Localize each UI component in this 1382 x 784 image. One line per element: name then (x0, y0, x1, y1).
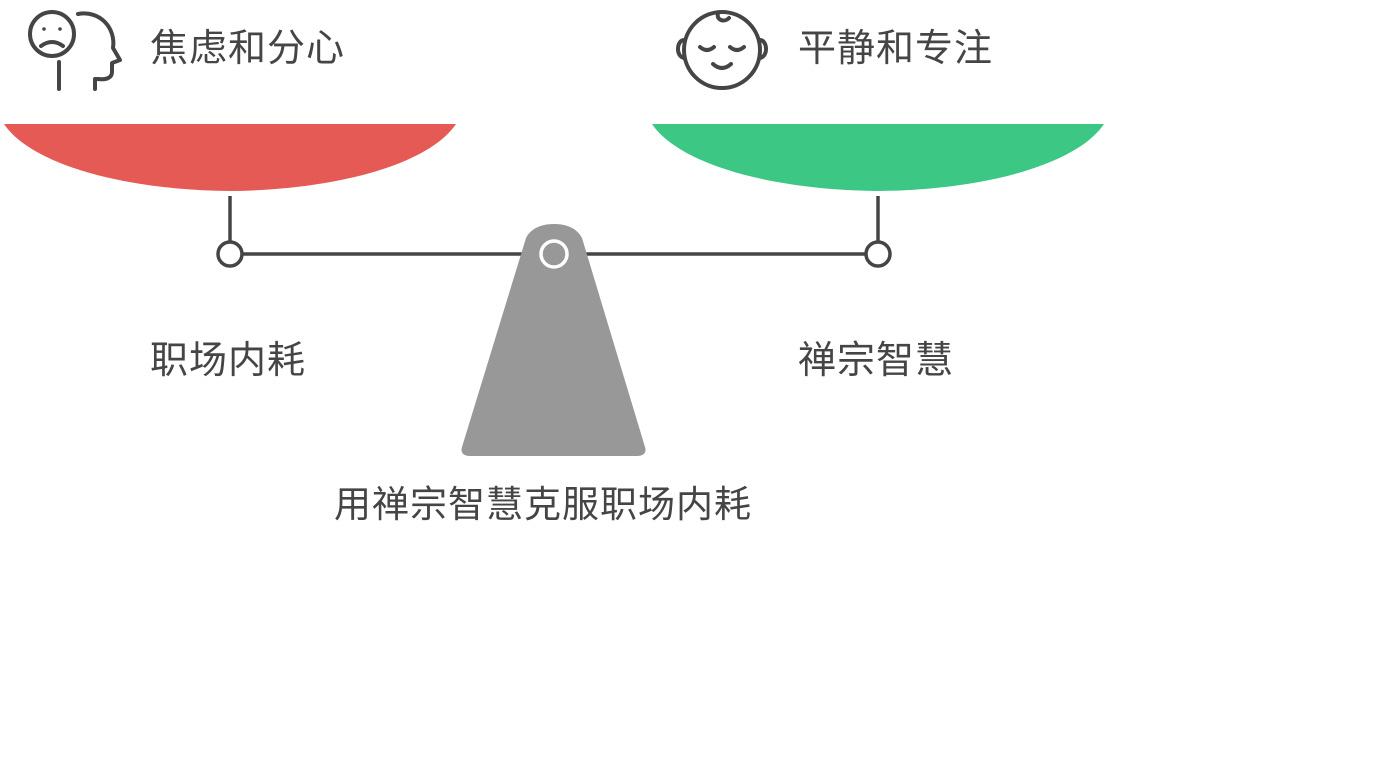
right-concept-label: 禅宗智慧 (798, 338, 955, 382)
left-beam-pivot (216, 240, 244, 268)
calm-baby-face-icon (676, 10, 768, 90)
right-beam-pivot (864, 240, 892, 268)
left-scale-pan (4, 124, 456, 191)
left-heading: 焦虑和分心 (150, 26, 346, 70)
left-concept-label: 职场内耗 (150, 338, 307, 382)
balance-scale-diagram (4, 10, 1104, 456)
anxious-head-icon (28, 10, 122, 91)
right-heading: 平静和专注 (798, 26, 994, 70)
right-scale-pan (652, 124, 1104, 191)
fulcrum (461, 224, 646, 456)
diagram-title: 用禅宗智慧克服职场内耗 (334, 483, 752, 526)
